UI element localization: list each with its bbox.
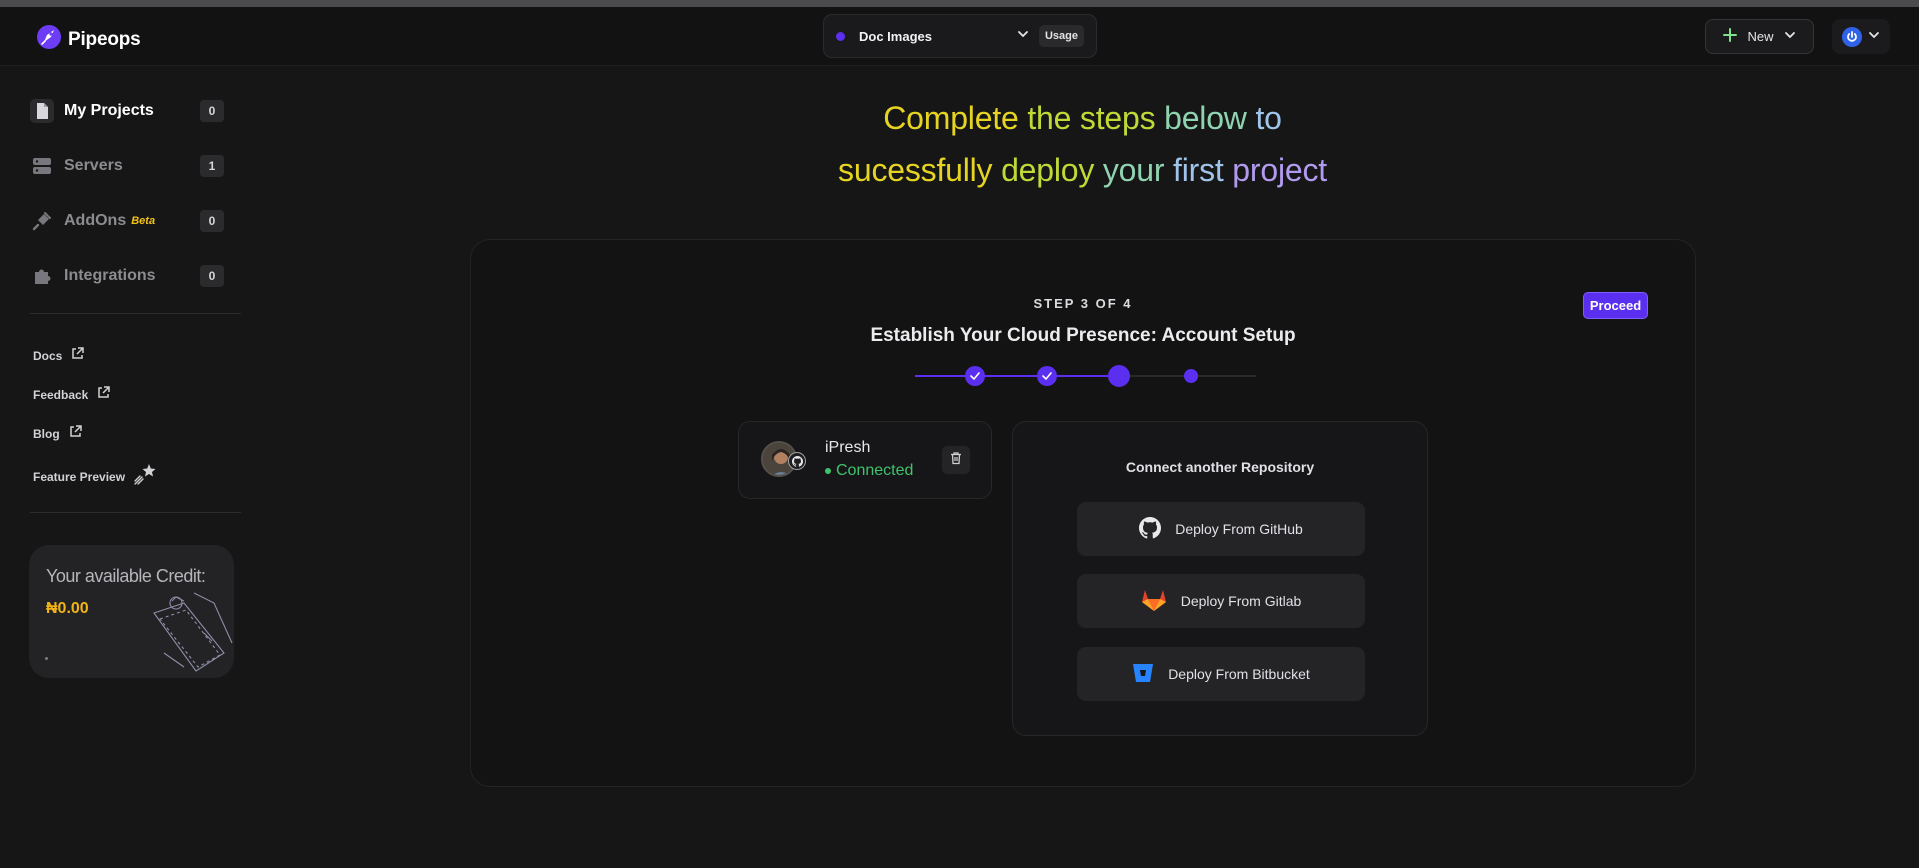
connected-account-card: iPresh Connected (738, 421, 992, 499)
credit-value: ₦0.00 (46, 600, 89, 617)
pipeops-logo-icon (36, 24, 62, 55)
headline-word: steps (1079, 100, 1156, 136)
new-button[interactable]: New (1705, 19, 1814, 54)
sidebar-item-addons[interactable]: AddOns Beta 0 (30, 205, 224, 237)
power-icon (1842, 26, 1862, 47)
sidebar-divider (30, 313, 241, 314)
new-button-label: New (1747, 29, 1774, 44)
headline-word: first (1173, 152, 1224, 188)
headline-word: sucessfully (838, 152, 993, 188)
step-2-complete (1037, 366, 1057, 386)
step-progress (915, 365, 1256, 387)
project-switcher[interactable]: Doc Images Usage (823, 14, 1097, 58)
external-link-icon (96, 385, 111, 405)
sidebar-item-servers[interactable]: Servers 1 (30, 150, 224, 182)
brand[interactable]: Pipeops (36, 24, 141, 55)
brand-name: Pipeops (68, 28, 141, 50)
sidebar-link-docs[interactable]: Docs (33, 346, 85, 366)
decorative-dot (45, 657, 48, 660)
headline-line-1: Complete the steps below to (700, 92, 1465, 144)
sidebar-link-feedback[interactable]: Feedback (33, 385, 111, 405)
sidebar-link-feature-preview[interactable]: Feature Preview (33, 462, 157, 491)
usage-button[interactable]: Usage (1038, 25, 1085, 47)
sidebar-link-blog[interactable]: Blog (33, 424, 83, 444)
document-icon (30, 99, 54, 123)
github-icon (1139, 516, 1162, 542)
sidebar-item-label: Servers (64, 157, 123, 174)
bitbucket-icon (1132, 662, 1154, 687)
user-menu-button[interactable] (1832, 19, 1890, 54)
headline-word: the (1027, 100, 1072, 136)
plus-icon (1723, 28, 1738, 45)
headline-word: your (1102, 152, 1165, 188)
top-header: Pipeops Doc Images Usage New (0, 7, 1919, 66)
gitlab-icon (1141, 588, 1167, 615)
sidebar: My Projects 0 Servers 1 AddOns Beta 0 In… (0, 66, 241, 868)
headline-word: deploy (1001, 152, 1095, 188)
headline-word: Complete (883, 100, 1019, 136)
count-badge: 0 (200, 100, 224, 122)
sidebar-item-my-projects[interactable]: My Projects 0 (30, 95, 224, 127)
server-icon (30, 154, 54, 178)
deploy-from-github-button[interactable]: Deploy From GitHub (1077, 502, 1365, 556)
count-badge: 1 (200, 155, 224, 177)
sidebar-item-label: Integrations (64, 267, 156, 284)
link-label: Feature Preview (33, 469, 126, 484)
chevron-down-icon (1868, 28, 1880, 46)
sidebar-item-label: AddOns (64, 212, 127, 229)
credit-card: Your available Credit: ₦0.00 (29, 545, 234, 678)
project-name: Doc Images (859, 28, 932, 44)
project-status-dot (836, 31, 845, 41)
shooting-star-icon (133, 462, 157, 491)
status-dot (825, 468, 831, 474)
deploy-button-label: Deploy From Bitbucket (1168, 666, 1310, 682)
setup-card: STEP 3 OF 4 Establish Your Cloud Presenc… (470, 239, 1696, 787)
account-name: iPresh (825, 439, 871, 456)
deploy-from-bitbucket-button[interactable]: Deploy From Bitbucket (1077, 647, 1365, 701)
external-link-icon (70, 346, 85, 366)
step-3-current (1108, 365, 1130, 387)
deploy-button-label: Deploy From Gitlab (1180, 593, 1302, 609)
deploy-button-label: Deploy From GitHub (1175, 521, 1303, 537)
sidebar-item-integrations[interactable]: Integrations 0 (30, 260, 224, 292)
deploy-from-gitlab-button[interactable]: Deploy From Gitlab (1077, 574, 1365, 628)
trash-icon (949, 451, 963, 470)
headline-word: project (1232, 152, 1327, 188)
chevron-down-icon[interactable] (1017, 27, 1029, 45)
step-title: Establish Your Cloud Presence: Account S… (870, 325, 1296, 346)
sidebar-item-label: My Projects (64, 102, 154, 119)
link-label: Feedback (33, 388, 89, 402)
link-label: Docs (33, 349, 63, 363)
headline-word: below (1164, 100, 1247, 136)
external-link-icon (68, 424, 83, 444)
sidebar-divider (30, 512, 241, 513)
delete-account-button[interactable] (942, 446, 970, 474)
beta-badge: Beta (131, 215, 156, 227)
step-4-pending (1184, 369, 1198, 383)
link-label: Blog (33, 427, 60, 441)
repo-card-title: Connect another Repository (1125, 459, 1315, 475)
headline-word: to (1255, 100, 1282, 136)
browser-top-strip (0, 0, 1919, 7)
headline-line-2: sucessfully deploy your first project (700, 144, 1465, 196)
plug-icon (30, 209, 54, 233)
account-status-label: Connected (836, 462, 914, 479)
wallet-illustration-icon (124, 563, 234, 678)
proceed-button[interactable]: Proceed (1583, 292, 1648, 319)
puzzle-icon (30, 264, 54, 288)
chevron-down-icon (1784, 29, 1796, 44)
step-1-complete (965, 366, 985, 386)
connect-repository-card: Connect another Repository Deploy From G… (1012, 421, 1428, 736)
step-label: STEP 3 OF 4 (1033, 296, 1133, 311)
onboarding-headline: Complete the steps below to sucessfully … (700, 92, 1465, 196)
count-badge: 0 (200, 265, 224, 287)
count-badge: 0 (200, 210, 224, 232)
account-status: Connected (825, 462, 913, 480)
github-icon (788, 452, 806, 470)
